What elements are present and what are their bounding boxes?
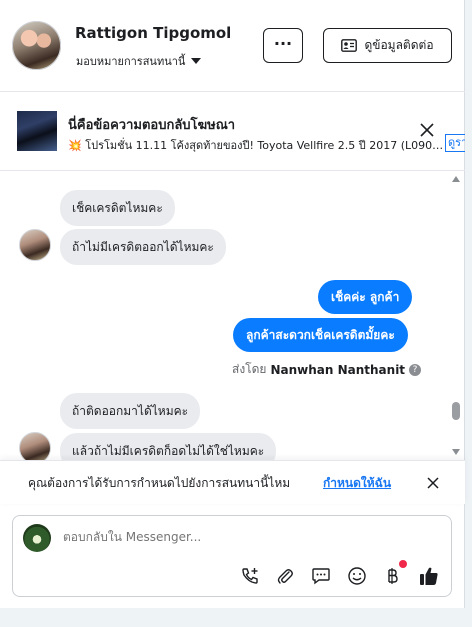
assign-prompt-text: คุณต้องการได้รับการกำหนดไปยังการสนทนานี้…	[28, 476, 291, 490]
notification-dot	[399, 560, 407, 568]
scroll-down-arrow-icon[interactable]	[452, 449, 460, 455]
scrollbar-thumb[interactable]	[452, 402, 460, 420]
incoming-message: เช็คเครดิตไหมคะ	[60, 190, 175, 226]
sent-by-prefix: ส่งโดย	[232, 362, 267, 376]
incoming-message: แล้วถ้าไม่มีเครดิตก็อดไม่ได้ใช่ไหมคะ	[60, 433, 277, 460]
message-thread: เช็คเครดิตไหมคะ ถ้าไม่มีเครดิตออกได้ไหมค…	[0, 172, 465, 460]
view-contact-label: ดูข้อมูลติดต่อ	[364, 38, 434, 52]
close-prompt-icon[interactable]	[427, 477, 439, 489]
paperclip-icon[interactable]	[274, 565, 296, 587]
sender-avatar	[19, 432, 51, 460]
conversation-panel: Rattigon Tipgomol มอบหมายการสนทนานี้ ···…	[0, 0, 465, 608]
baht-icon[interactable]	[381, 565, 403, 587]
assign-conversation-dropdown[interactable]: มอบหมายการสนทนานี้	[76, 52, 202, 70]
reply-input[interactable]	[63, 530, 423, 544]
ad-reply-banner: นี่คือข้อความตอบกลับโฆษณา 💥 โปรโมชั่น 11…	[0, 93, 465, 171]
conversation-header: Rattigon Tipgomol มอบหมายการสนทนานี้ ···…	[0, 0, 465, 92]
scroll-up-arrow-icon[interactable]	[452, 176, 460, 182]
view-contact-button[interactable]: ดูข้อมูลติดต่อ	[323, 28, 452, 63]
like-icon[interactable]	[418, 565, 440, 587]
help-icon[interactable]: ?	[409, 363, 422, 376]
see-more-link[interactable]: ดูรา	[445, 134, 465, 152]
ad-reply-subtitle: 💥 โปรโมชั่น 11.11 โค้งสุดท้ายของปี! Toyo…	[68, 139, 444, 152]
reply-composer	[12, 515, 452, 597]
incoming-message: ถ้าติดออกมาได้ไหมคะ	[60, 393, 201, 429]
ad-reply-title: นี่คือข้อความตอบกลับโฆษณา	[68, 118, 236, 133]
close-banner-icon[interactable]	[420, 123, 434, 137]
avatar-border	[12, 21, 61, 70]
ad-thumbnail[interactable]	[17, 111, 57, 151]
contact-name[interactable]: Rattigon Tipgomol	[75, 24, 231, 42]
assign-prompt-bar: คุณต้องการได้รับการกำหนดไปยังการสนทนานี้…	[0, 460, 465, 504]
outgoing-message: เช็คค่ะ ลูกค้า	[318, 280, 413, 314]
assign-label: มอบหมายการสนทนานี้	[76, 55, 186, 68]
sent-by-line: ส่งโดย Nanwhan Nanthanit ?	[232, 360, 422, 379]
assign-to-me-link[interactable]: กำหนดให้ฉัน	[323, 474, 391, 493]
chevron-down-icon	[191, 58, 202, 64]
sent-by-name: Nanwhan Nanthanit	[270, 362, 406, 377]
saved-reply-icon[interactable]	[310, 565, 332, 587]
more-options-button[interactable]: ···	[263, 28, 303, 63]
contact-card-icon	[341, 39, 358, 52]
call-add-icon[interactable]	[239, 565, 261, 587]
sender-avatar	[19, 229, 51, 261]
emoji-icon[interactable]	[346, 565, 368, 587]
page-avatar	[23, 524, 51, 552]
outgoing-message: ลูกค้าสะดวกเช็คเครดิตมั้ยคะ	[233, 318, 408, 352]
incoming-message: ถ้าไม่มีเครดิตออกได้ไหมคะ	[60, 229, 226, 265]
